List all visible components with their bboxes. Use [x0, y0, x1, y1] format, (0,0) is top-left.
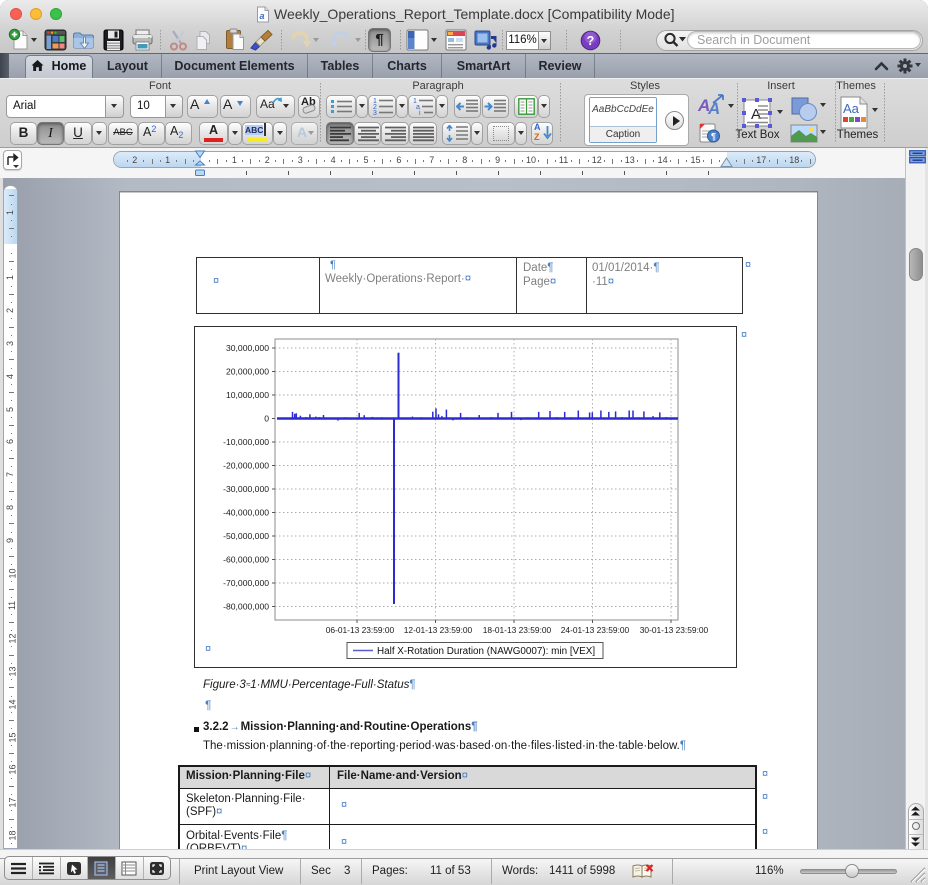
svg-text:12-01-13 23:59:00: 12-01-13 23:59:00 [404, 625, 473, 635]
svg-text:-30,000,000: -30,000,000 [223, 484, 269, 494]
svg-text:?: ? [587, 34, 595, 48]
svg-text:06-01-13 23:59:00: 06-01-13 23:59:00 [326, 625, 395, 635]
svg-text:3: 3 [373, 110, 377, 116]
svg-text:24-01-13 23:59:00: 24-01-13 23:59:00 [561, 625, 630, 635]
svg-text:a: a [259, 11, 264, 21]
svg-text:-20,000,000: -20,000,000 [223, 461, 269, 471]
svg-text:20,000,000: 20,000,000 [226, 367, 269, 377]
svg-text:30,000,000: 30,000,000 [226, 343, 269, 353]
svg-text:-40,000,000: -40,000,000 [223, 508, 269, 518]
svg-text:-10,000,000: -10,000,000 [223, 437, 269, 447]
svg-text:10,000,000: 10,000,000 [226, 390, 269, 400]
svg-text:i: i [419, 110, 421, 116]
svg-text:-50,000,000: -50,000,000 [223, 531, 269, 541]
svg-text:-80,000,000: -80,000,000 [223, 602, 269, 612]
svg-text:-70,000,000: -70,000,000 [223, 578, 269, 588]
svg-text:-60,000,000: -60,000,000 [223, 555, 269, 565]
svg-text:30-01-13 23:59:00: 30-01-13 23:59:00 [640, 625, 709, 635]
svg-text:0: 0 [264, 414, 269, 424]
svg-text:¶: ¶ [711, 132, 716, 142]
svg-text:Half X-Rotation Duration (NAWG: Half X-Rotation Duration (NAWG0007): min… [377, 646, 595, 657]
svg-text:18-01-13 23:59:00: 18-01-13 23:59:00 [483, 625, 552, 635]
svg-text:Aa: Aa [843, 101, 860, 116]
